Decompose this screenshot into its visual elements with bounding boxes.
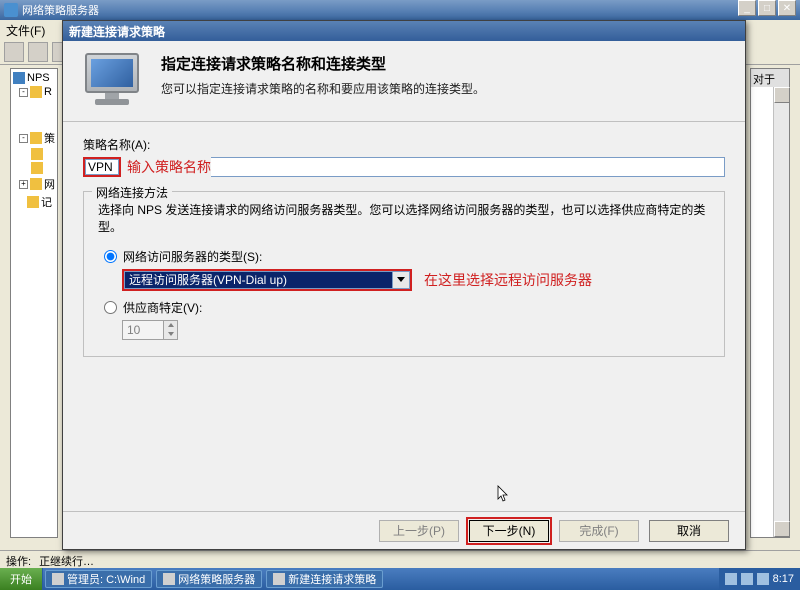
actions-header: 对于 bbox=[751, 69, 789, 87]
tree-label: 策 bbox=[44, 130, 55, 146]
scroll-up-icon[interactable] bbox=[774, 87, 790, 103]
menu-file[interactable]: 文件(F) bbox=[6, 22, 45, 39]
folder-icon bbox=[30, 86, 42, 98]
group-title: 网络连接方法 bbox=[92, 184, 172, 201]
previous-button: 上一步(P) bbox=[379, 520, 459, 542]
annotation-name: 输入策略名称 bbox=[127, 157, 211, 177]
dialog-titlebar: 新建连接请求策略 bbox=[63, 21, 745, 41]
radio-server-type-label: 网络访问服务器的类型(S): bbox=[123, 248, 262, 265]
scroll-down-icon[interactable] bbox=[774, 521, 790, 537]
cancel-button[interactable]: 取消 bbox=[649, 520, 729, 542]
server-icon bbox=[13, 72, 25, 84]
minimize-button[interactable]: _ bbox=[738, 0, 756, 16]
taskbar: 开始 管理员: C:\Wind 网络策略服务器 新建连接请求策略 8:17 bbox=[0, 568, 800, 590]
tree-label: R bbox=[44, 86, 52, 98]
server-type-combo[interactable]: 远程访问服务器(VPN-Dial up) bbox=[122, 269, 412, 291]
finish-button: 完成(F) bbox=[559, 520, 639, 542]
policy-name-input[interactable] bbox=[85, 159, 119, 175]
task-label: 新建连接请求策略 bbox=[288, 571, 376, 587]
task-label: 网络策略服务器 bbox=[178, 571, 255, 587]
spinner-down-icon bbox=[164, 330, 177, 339]
radio-server-type-row[interactable]: 网络访问服务器的类型(S): bbox=[104, 248, 710, 265]
policy-name-highlight bbox=[83, 157, 121, 177]
dialog-header: 指定连接请求策略名称和连接类型 您可以指定连接请求策略的名称和要应用该策略的连接… bbox=[63, 41, 745, 122]
tree-item[interactable]: 记 bbox=[13, 193, 55, 211]
folder-icon bbox=[30, 178, 42, 190]
vendor-value-input bbox=[123, 321, 163, 339]
tree-label: 网 bbox=[44, 176, 55, 192]
tray-icon[interactable] bbox=[741, 573, 753, 585]
tray-icon[interactable] bbox=[757, 573, 769, 585]
task-label: 管理员: C:\Wind bbox=[67, 571, 145, 587]
start-button[interactable]: 开始 bbox=[0, 568, 43, 590]
tree-item[interactable]: - R bbox=[13, 85, 55, 99]
radio-server-type[interactable] bbox=[104, 250, 117, 263]
monitor-icon bbox=[77, 53, 147, 109]
collapse-icon[interactable]: - bbox=[19, 88, 28, 97]
dialog-footer: 上一步(P) 下一步(N) 完成(F) 取消 bbox=[63, 511, 745, 549]
wizard-dialog: 新建连接请求策略 指定连接请求策略名称和连接类型 您可以指定连接请求策略的名称和… bbox=[62, 20, 746, 550]
tree-item[interactable]: + 网 bbox=[13, 175, 55, 193]
header-description: 您可以指定连接请求策略的名称和要应用该策略的连接类型。 bbox=[161, 80, 485, 97]
clock: 8:17 bbox=[773, 573, 794, 585]
folder-icon bbox=[31, 162, 43, 174]
toolbar-back-icon[interactable] bbox=[4, 42, 24, 62]
annotation-combo: 在这里选择远程访问服务器 bbox=[424, 270, 592, 290]
nps-icon bbox=[163, 573, 175, 585]
tree-item[interactable] bbox=[13, 161, 55, 175]
folder-icon bbox=[30, 132, 42, 144]
folder-icon bbox=[27, 196, 39, 208]
chevron-down-icon[interactable] bbox=[392, 271, 410, 289]
tree-label: NPS bbox=[27, 72, 50, 84]
actions-panel: 对于 bbox=[750, 68, 790, 538]
policy-name-input-rest[interactable] bbox=[211, 157, 725, 177]
dialog-title: 新建连接请求策略 bbox=[69, 23, 165, 40]
parent-titlebar: 网络策略服务器 _ □ ✕ bbox=[0, 0, 800, 20]
vendor-spinner bbox=[122, 320, 178, 340]
app-icon bbox=[4, 3, 18, 17]
parent-title: 网络策略服务器 bbox=[22, 2, 99, 18]
tree-panel: NPS - R - 策 + 网 记 bbox=[10, 68, 58, 538]
radio-vendor-row[interactable]: 供应商特定(V): bbox=[104, 299, 710, 316]
scrollbar[interactable] bbox=[773, 87, 789, 537]
cursor-icon bbox=[495, 485, 511, 505]
tree-item[interactable]: - 策 bbox=[13, 129, 55, 147]
status-bar: 操作: 正继续行… bbox=[0, 550, 800, 568]
collapse-icon[interactable]: - bbox=[19, 134, 28, 143]
task-item[interactable]: 网络策略服务器 bbox=[156, 570, 262, 588]
header-title: 指定连接请求策略名称和连接类型 bbox=[161, 53, 485, 74]
task-item[interactable]: 管理员: C:\Wind bbox=[45, 570, 152, 588]
dialog-body: 策略名称(A): 输入策略名称 网络连接方法 选择向 NPS 发送连接请求的网络… bbox=[63, 122, 745, 371]
system-tray: 8:17 bbox=[719, 568, 800, 590]
toolbar-forward-icon[interactable] bbox=[28, 42, 48, 62]
restore-button[interactable]: □ bbox=[758, 0, 776, 16]
server-type-value: 远程访问服务器(VPN-Dial up) bbox=[124, 271, 392, 289]
tree-label: 记 bbox=[41, 194, 52, 210]
spinner-up-icon bbox=[164, 321, 177, 330]
status-label: 操作: bbox=[6, 553, 31, 566]
policy-name-label: 策略名称(A): bbox=[83, 136, 725, 153]
cmd-icon bbox=[52, 573, 64, 585]
group-description: 选择向 NPS 发送连接请求的网络访问服务器类型。您可以选择网络访问服务器的类型… bbox=[98, 202, 710, 236]
next-button[interactable]: 下一步(N) bbox=[469, 520, 549, 542]
folder-icon bbox=[31, 148, 43, 160]
close-button[interactable]: ✕ bbox=[778, 0, 796, 16]
tray-icon[interactable] bbox=[725, 573, 737, 585]
connection-method-group: 网络连接方法 选择向 NPS 发送连接请求的网络访问服务器类型。您可以选择网络访… bbox=[83, 191, 725, 357]
tree-item[interactable] bbox=[13, 147, 55, 161]
wizard-icon bbox=[273, 573, 285, 585]
tree-root[interactable]: NPS bbox=[13, 71, 55, 85]
radio-vendor-specific[interactable] bbox=[104, 301, 117, 314]
task-item[interactable]: 新建连接请求策略 bbox=[266, 570, 383, 588]
status-value: 正继续行… bbox=[39, 553, 94, 566]
start-label: 开始 bbox=[10, 571, 32, 587]
expand-icon[interactable]: + bbox=[19, 180, 28, 189]
radio-vendor-label: 供应商特定(V): bbox=[123, 299, 202, 316]
